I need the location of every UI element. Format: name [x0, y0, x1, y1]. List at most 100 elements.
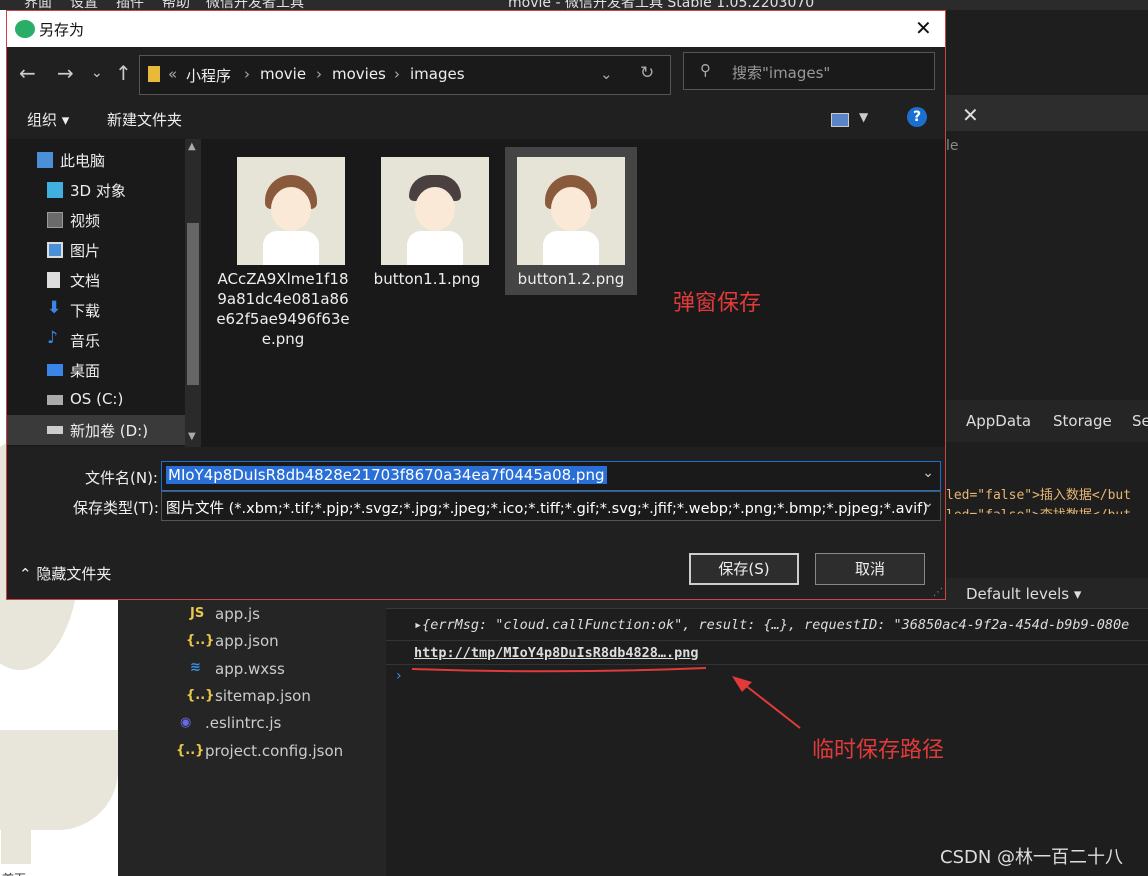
- nav-item-label: OS (C:): [70, 390, 124, 408]
- breadcrumb-item[interactable]: movie: [260, 65, 306, 83]
- scrollbar-thumb[interactable]: [187, 223, 199, 385]
- forward-arrow-icon[interactable]: →: [57, 61, 74, 85]
- drive-icon: [47, 426, 63, 434]
- filename-input[interactable]: MIoY4p8DuIsR8db4828e21703f8670a34ea7f044…: [161, 461, 941, 491]
- thumbnail-face: [271, 187, 311, 231]
- file-item[interactable]: ACcZA9Xlme1f189a81dc4e081a86e62f5ae9496f…: [216, 147, 350, 348]
- nav-item-label: 此电脑: [60, 152, 106, 170]
- chevron-down-icon[interactable]: ▼: [859, 110, 868, 124]
- up-arrow-icon[interactable]: ↑: [115, 61, 132, 85]
- thumbnail-face: [551, 187, 591, 231]
- breadcrumb-overflow[interactable]: «: [168, 65, 177, 83]
- filetype-label: 保存类型(T):: [73, 499, 159, 517]
- command-bar: 组织 ▾ 新建文件夹 ▼ ?: [7, 99, 945, 139]
- nav-item-drive-c[interactable]: OS (C:): [7, 385, 185, 415]
- file-item[interactable]: project.config.json: [205, 742, 343, 760]
- simulator-gap: [0, 674, 118, 734]
- file-list-area: ACcZA9Xlme1f189a81dc4e081a86e62f5ae9496f…: [201, 139, 945, 447]
- nav-item-pictures[interactable]: 图片: [7, 235, 185, 265]
- hide-folders-toggle[interactable]: ⌃ 隐藏文件夹: [19, 563, 111, 584]
- thumbnail-body: [543, 231, 599, 265]
- log-levels-select[interactable]: Default levels ▾: [966, 585, 1081, 603]
- wxml-line: led="false">插入数据</but: [946, 488, 1132, 503]
- home-tab-label[interactable]: 首页: [2, 870, 26, 876]
- document-icon: [47, 272, 60, 288]
- nav-scrollbar[interactable]: ▲ ▼: [185, 139, 201, 447]
- close-icon[interactable]: ✕: [915, 16, 932, 40]
- nav-item-downloads[interactable]: ⬇ 下载: [7, 295, 185, 325]
- nav-item-label: 新加卷 (D:): [70, 422, 149, 440]
- video-icon: [47, 212, 63, 228]
- tab-security[interactable]: Se: [1132, 412, 1148, 430]
- arrowhead-icon: [732, 676, 752, 692]
- file-item[interactable]: sitemap.json: [215, 687, 311, 705]
- nav-item-music[interactable]: ♪ 音乐: [7, 325, 185, 355]
- nav-item-label: 文档: [70, 272, 101, 290]
- breadcrumb-item[interactable]: movies: [332, 65, 386, 83]
- menu-item[interactable]: 设置: [70, 0, 98, 10]
- chevron-right-icon[interactable]: ›: [316, 65, 322, 83]
- file-item[interactable]: app.js: [215, 605, 260, 623]
- file-item-selected[interactable]: button1.2.png: [505, 147, 637, 295]
- chevron-down-icon[interactable]: ⌄: [922, 495, 934, 511]
- popup-save-annotation: 弹窗保存: [673, 291, 762, 316]
- wxss-file-icon: ≋: [190, 660, 201, 675]
- tab-appdata[interactable]: AppData: [966, 412, 1031, 430]
- nav-item-videos[interactable]: 视频: [7, 205, 185, 235]
- wechat-icon: [15, 20, 35, 38]
- organize-button[interactable]: 组织 ▾: [27, 109, 69, 130]
- tab-storage[interactable]: Storage: [1053, 412, 1112, 430]
- scroll-up-icon[interactable]: ▲: [188, 141, 196, 152]
- file-name: button1.1.png: [373, 270, 481, 288]
- refresh-icon[interactable]: ↻: [640, 63, 654, 83]
- eslint-file-icon: ◉: [180, 715, 192, 730]
- nav-item-label: 3D 对象: [70, 182, 126, 200]
- picture-icon: [47, 242, 63, 258]
- back-arrow-icon[interactable]: ←: [19, 61, 36, 85]
- file-item[interactable]: .eslintrc.js: [205, 714, 281, 732]
- watermark: CSDN @林一百二十八: [940, 847, 1124, 868]
- breadcrumb-item[interactable]: images: [410, 65, 465, 83]
- scroll-down-icon[interactable]: ▼: [188, 431, 196, 442]
- menu-item[interactable]: 微信开发者工具: [206, 0, 304, 10]
- menu-item[interactable]: 界面: [24, 0, 52, 10]
- view-options-icon[interactable]: [831, 113, 849, 127]
- json-file-icon: {..}: [186, 688, 215, 703]
- nav-item-documents[interactable]: 文档: [7, 265, 185, 295]
- resize-grip-icon[interactable]: ⋰: [933, 587, 943, 598]
- js-file-icon: JS: [190, 606, 205, 621]
- nav-item-this-pc[interactable]: 此电脑: [7, 145, 185, 175]
- close-icon[interactable]: ✕: [962, 103, 979, 127]
- save-button[interactable]: 保存(S): [689, 553, 799, 585]
- json-file-icon: {..}: [186, 633, 215, 648]
- chevron-right-icon[interactable]: ›: [244, 65, 250, 83]
- nav-item-drive-d[interactable]: 新加卷 (D:): [7, 415, 185, 445]
- desktop-icon: [47, 364, 63, 376]
- file-name: ACcZA9Xlme1f189a81dc4e081a86e62f5ae9496f…: [216, 270, 350, 348]
- breadcrumb-item[interactable]: 小程序: [186, 65, 231, 86]
- help-icon[interactable]: ?: [907, 107, 927, 127]
- filename-value[interactable]: MIoY4p8DuIsR8db4828e21703f8670a34ea7f044…: [166, 466, 607, 484]
- search-icon: ⚲: [700, 61, 711, 79]
- file-item[interactable]: app.json: [215, 632, 279, 650]
- simulator-image: [0, 730, 118, 830]
- wxml-line: led="false">查找数据</but: [946, 504, 1131, 514]
- new-folder-button[interactable]: 新建文件夹: [107, 109, 182, 130]
- recent-locations-icon[interactable]: ⌄: [91, 65, 103, 81]
- menu-item[interactable]: 帮助: [162, 0, 190, 10]
- menu-item[interactable]: 插件: [116, 0, 144, 10]
- cancel-button[interactable]: 取消: [815, 553, 925, 585]
- home-tab-icon[interactable]: [1, 828, 31, 864]
- nav-item-desktop[interactable]: 桌面: [7, 355, 185, 385]
- filetype-select[interactable]: 图片文件 (*.xbm;*.tif;*.pjp;*.svgz;*.jpg;*.j…: [161, 491, 941, 521]
- search-input[interactable]: ⚲ 搜索"images": [683, 52, 935, 90]
- nav-item-3d-objects[interactable]: 3D 对象: [7, 175, 185, 205]
- chevron-down-icon[interactable]: ⌄: [922, 465, 934, 481]
- address-bar[interactable]: « 小程序 › movie › movies › images ⌄ ↻: [139, 55, 671, 95]
- chevron-right-icon[interactable]: ›: [394, 65, 400, 83]
- file-item[interactable]: button1.1.png: [361, 147, 491, 299]
- chevron-down-icon[interactable]: ⌄: [600, 65, 613, 83]
- console-log-entry[interactable]: ▸{errMsg: "cloud.callFunction:ok", resul…: [414, 617, 1129, 633]
- nav-item-label: 音乐: [70, 332, 101, 350]
- file-item[interactable]: app.wxss: [215, 660, 285, 678]
